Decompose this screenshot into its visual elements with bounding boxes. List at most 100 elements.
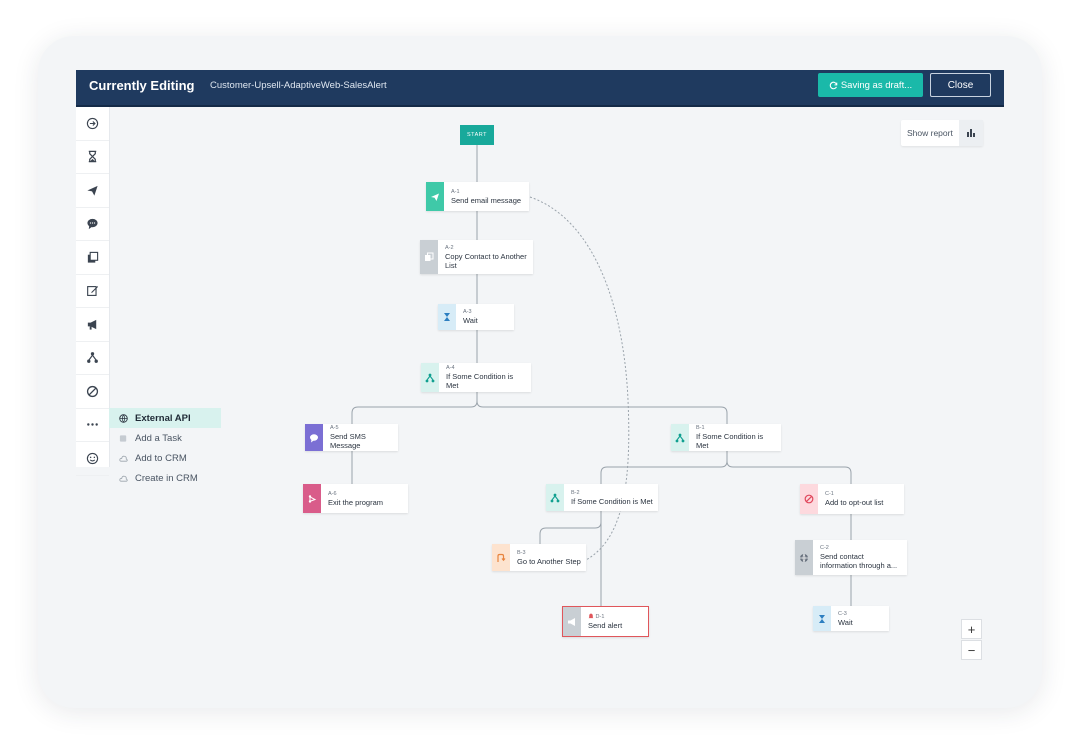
node-id: C-2 [820, 545, 829, 551]
submenu-item-create-crm[interactable]: Create in CRM [109, 468, 221, 488]
globe-icon [119, 413, 128, 423]
saving-draft-button[interactable]: Saving as draft... [818, 73, 923, 97]
workflow-name: Customer-Upsell-AdaptiveWeb-SalesAlert [210, 80, 387, 91]
submenu-item-label: Add a Task [135, 432, 182, 444]
close-button[interactable]: Close [930, 73, 991, 97]
submenu-item-label: Create in CRM [135, 472, 198, 484]
bar-chart-icon [959, 120, 983, 146]
task-icon [119, 434, 127, 442]
tool-emoji[interactable] [76, 442, 109, 476]
node-id: A-4 [446, 365, 455, 371]
exit-icon [303, 484, 321, 513]
node-send-contact-info[interactable]: C-2 Send contact information through a... [795, 540, 907, 575]
node-condition-b1[interactable]: B-1 If Some Condition is Met [671, 424, 781, 451]
workflow-editor: Currently Editing Customer-Upsell-Adapti… [76, 70, 1004, 682]
tool-sms[interactable] [76, 208, 109, 241]
node-id-row: D-1 [588, 613, 622, 621]
megaphone-icon [87, 319, 97, 330]
branch-icon [671, 424, 689, 451]
node-wait-c3[interactable]: C-3 Wait [813, 606, 889, 631]
branch-icon [421, 363, 439, 392]
node-id: C-3 [838, 610, 847, 617]
node-label: Go to Another Step [517, 556, 581, 566]
hourglass-icon [88, 151, 97, 163]
tool-opt-out[interactable] [76, 375, 109, 409]
node-send-sms[interactable]: A-5 Send SMS Message [305, 424, 398, 451]
node-label-line2: information through a... [820, 561, 898, 570]
send-icon [426, 182, 444, 211]
node-condition-a4[interactable]: A-4 If Some Condition is Met [421, 363, 531, 392]
show-report-label: Show report [907, 128, 953, 138]
node-label: Send contact [820, 552, 864, 561]
node-wait-a3[interactable]: A-3 Wait [438, 304, 514, 330]
hourglass-icon [438, 304, 456, 330]
branch-icon [546, 484, 564, 511]
megaphone-icon [563, 607, 581, 636]
show-report-button[interactable]: Show report [901, 120, 983, 146]
tool-condition[interactable] [76, 342, 109, 375]
tool-edit[interactable] [76, 275, 109, 308]
more-icon [87, 423, 98, 426]
tool-send-email[interactable] [76, 174, 109, 208]
zoom-in-button[interactable]: + [961, 619, 982, 639]
node-label-line2: List [445, 260, 457, 270]
tool-copy[interactable] [76, 241, 109, 275]
editor-header: Currently Editing Customer-Upsell-Adapti… [76, 70, 1004, 107]
tool-announce[interactable] [76, 308, 109, 342]
copy-icon [420, 240, 438, 274]
cloud-icon [119, 455, 128, 462]
alert-bell-icon [588, 613, 594, 619]
node-copy-contact[interactable]: A-2 Copy Contact to Another List [420, 240, 533, 274]
cloud-icon [119, 475, 128, 482]
block-icon [86, 385, 99, 397]
chat-bubble-icon [305, 424, 323, 451]
goto-icon [492, 544, 510, 571]
globe-icon [795, 540, 813, 575]
send-icon [87, 185, 98, 196]
flow-connectors [351, 145, 852, 606]
hourglass-icon [813, 606, 831, 631]
node-id: B-1 [696, 425, 705, 431]
node-condition-b2[interactable]: B-2 If Some Condition is Met [546, 484, 658, 511]
step-toolbar [76, 107, 110, 476]
start-node[interactable]: START [460, 125, 494, 145]
node-id: A-1 [451, 188, 460, 195]
node-label: Send alert [588, 621, 623, 630]
submenu-item-label: Add to CRM [135, 452, 187, 464]
node-label: Wait [463, 316, 478, 325]
zoom-out-button[interactable]: − [961, 640, 982, 660]
node-id: A-2 [445, 244, 454, 251]
edit-icon [87, 286, 99, 297]
node-goto-step[interactable]: B-3 Go to Another Step [492, 544, 586, 571]
node-id: C-1 [825, 491, 834, 497]
node-send-alert[interactable]: D-1 Send alert [562, 606, 649, 637]
submenu-item-label: External API [135, 412, 191, 424]
node-opt-out[interactable]: C-1 Add to opt-out list [800, 484, 904, 514]
node-exit-program[interactable]: A-6 Exit the program [303, 484, 408, 513]
node-label: Exit the program [328, 497, 384, 507]
submenu-item-external-api[interactable]: External API [109, 408, 221, 428]
node-id: D-1 [595, 614, 605, 620]
node-label: Wait [838, 617, 853, 627]
tool-start[interactable] [76, 107, 109, 141]
node-send-email[interactable]: A-1 Send email message [426, 182, 529, 211]
submenu-item-add-crm[interactable]: Add to CRM [109, 448, 221, 468]
refresh-icon [829, 81, 838, 89]
node-id: A-3 [463, 309, 472, 315]
node-id: A-5 [330, 425, 339, 431]
node-label: If Some Condition is Met [696, 432, 764, 450]
more-actions-submenu: External API Add a Task Add to CRM Creat… [109, 408, 221, 488]
node-label: Copy Contact to Another [445, 251, 527, 261]
emoji-icon [86, 452, 99, 464]
saving-draft-label: Saving as draft... [840, 79, 913, 91]
tool-wait[interactable] [76, 141, 109, 174]
node-id: A-6 [328, 490, 337, 497]
copy-icon [87, 251, 99, 263]
node-label: Send email message [451, 195, 522, 205]
tool-more[interactable] [76, 409, 109, 442]
chat-bubble-icon [87, 219, 98, 230]
node-label: If Some Condition is Met [446, 372, 514, 390]
node-id: B-3 [517, 549, 526, 556]
submenu-item-add-task[interactable]: Add a Task [109, 428, 221, 448]
node-label: Add to opt-out list [825, 498, 884, 507]
